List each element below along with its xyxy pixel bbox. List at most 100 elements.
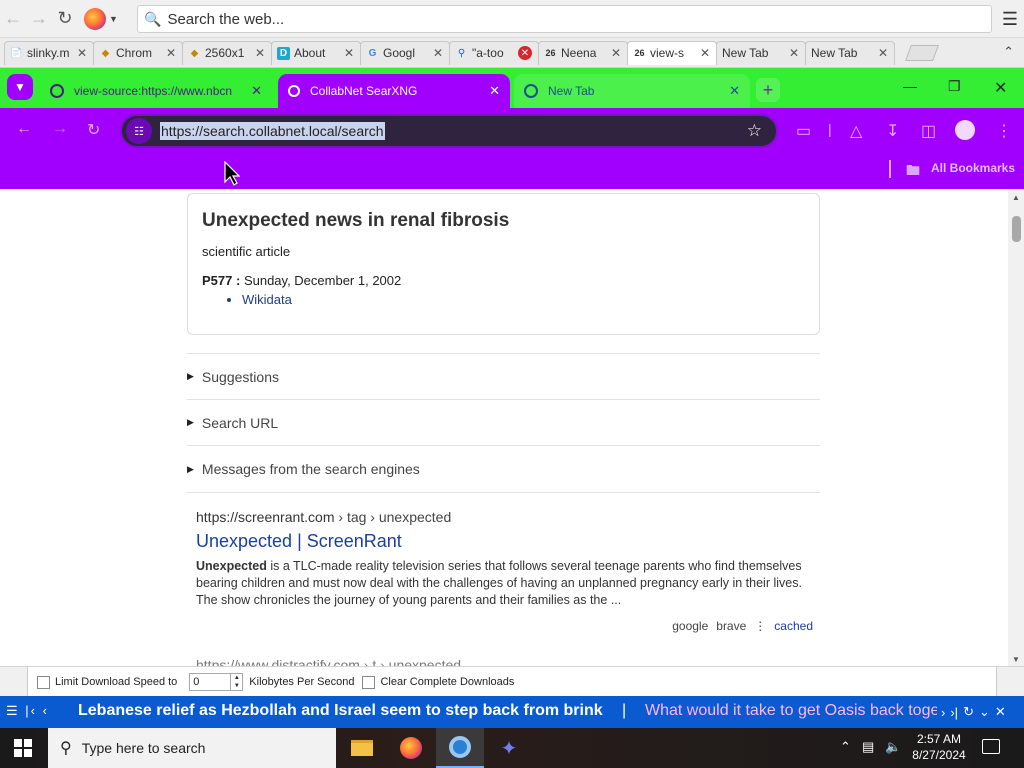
firefox-tab[interactable]: New Tab ✕ — [716, 40, 806, 65]
minimize-icon[interactable]: — — [903, 78, 917, 94]
close-icon[interactable]: ✕ — [700, 46, 710, 60]
scroll-down-icon[interactable]: ▼ — [1012, 655, 1020, 664]
ticker-headline[interactable]: Lebanese relief as Hezbollah and Israel … — [78, 702, 603, 720]
chromium-taskbar-icon[interactable] — [436, 728, 484, 768]
bird-app-icon[interactable]: ✦ — [485, 728, 533, 768]
firefox-tab[interactable]: ◆ Chrom ✕ — [93, 40, 183, 65]
close-icon[interactable]: ✕ — [611, 46, 621, 60]
chevron-up-icon[interactable]: ⌃ — [1003, 44, 1014, 60]
firefox-logo-icon[interactable] — [84, 7, 106, 30]
back-arrow-icon[interactable]: ← — [16, 120, 32, 138]
side-panel-icon[interactable]: ◫ — [921, 121, 936, 141]
profile-avatar-icon[interactable] — [955, 120, 975, 140]
ticker-left-controls[interactable]: ☰ |‹ ‹ — [6, 703, 49, 719]
url-text[interactable]: https://search.collabnet.local/search — [160, 122, 385, 140]
close-icon[interactable]: ✕ — [255, 46, 265, 60]
tab-collabnet-searxng[interactable]: CollabNet SearXNG ✕ — [278, 74, 510, 108]
result-url[interactable]: https://screenrant.com › tag › unexpecte… — [196, 509, 816, 525]
scroll-thumb[interactable] — [1012, 216, 1021, 242]
firefox-nav-bar: ← → ↻ ▼ 🔍 Search the web... ☰ — [0, 0, 1024, 38]
firefox-tab[interactable]: New Tab ✕ — [805, 40, 895, 65]
address-bar[interactable]: ☷ https://search.collabnet.local/search … — [120, 114, 778, 148]
more-vertical-icon[interactable]: ⋮ — [754, 619, 766, 633]
firefox-tab[interactable]: 📄 slinky.m ✕ — [4, 40, 94, 65]
infobox-subtitle: scientific article — [202, 244, 291, 259]
new-tab-button[interactable] — [905, 44, 939, 61]
all-bookmarks-button[interactable]: All Bookmarks — [931, 161, 1015, 175]
firefox-taskbar-icon[interactable] — [387, 728, 435, 768]
bookmark-star-icon[interactable]: ☆ — [747, 121, 762, 141]
last-icon[interactable]: ›| — [950, 705, 958, 720]
close-icon[interactable]: ✕ — [878, 46, 888, 60]
forward-arrow-icon[interactable]: → — [26, 6, 52, 32]
vertical-scrollbar[interactable]: ▲ ▼ — [1008, 189, 1024, 666]
firefox-tab-strip: 📄 slinky.m ✕ ◆ Chrom ✕ ◆ 2560x1 ✕ D About ✕ G Goo… — [0, 38, 1024, 68]
firefox-tab-active[interactable]: 26 view-s ✕ — [627, 40, 717, 65]
restore-icon[interactable]: ❐ — [948, 78, 961, 95]
flask-icon[interactable]: △ — [850, 121, 862, 141]
chromium-tab-bar: ▼ view-source:https://www.nbcn ✕ CollabN… — [0, 68, 1024, 108]
ticker-separator: | — [622, 702, 627, 719]
close-icon[interactable]: ✕ — [729, 83, 740, 99]
result-title[interactable]: Unexpected | ScreenRant — [196, 531, 816, 552]
firefox-tab[interactable]: G Googl ✕ — [360, 40, 450, 65]
firefox-tab[interactable]: 26 Neena ✕ — [538, 40, 628, 65]
refresh-icon[interactable]: ↻ — [963, 704, 974, 720]
kebab-menu-icon[interactable]: ⋮ — [996, 121, 1012, 141]
close-icon[interactable]: ✕ — [77, 46, 87, 60]
close-icon[interactable]: ✕ — [251, 83, 262, 99]
folder-icon[interactable]: 🖿 — [906, 160, 920, 184]
close-icon[interactable]: ✕ — [489, 83, 500, 99]
error-close-icon[interactable]: ✕ — [518, 46, 532, 60]
close-icon[interactable]: ✕ — [166, 46, 176, 60]
chevron-down-icon[interactable]: ▼ — [109, 14, 118, 24]
wikidata-link[interactable]: Wikidata — [242, 292, 805, 307]
bookmarks-divider — [889, 160, 891, 178]
messages-toggle[interactable]: ▶ Messages from the search engines — [187, 445, 820, 493]
reload-icon[interactable]: ↻ — [87, 120, 100, 140]
taskbar-search-input[interactable]: ⚲ Type here to search — [48, 728, 336, 768]
suggestions-toggle[interactable]: ▶ Suggestions — [187, 353, 820, 399]
firefox-tab[interactable]: D About ✕ — [271, 40, 361, 65]
cached-link[interactable]: cached — [774, 619, 813, 633]
chevron-down-icon[interactable]: ⌄ — [979, 704, 990, 720]
clear-downloads-checkbox[interactable] — [362, 675, 376, 689]
hamburger-menu-icon[interactable]: ☰ — [1002, 9, 1018, 30]
chevron-up-icon[interactable]: ⌃ — [840, 739, 851, 755]
next-icon[interactable]: › — [941, 705, 945, 720]
firefox-tab[interactable]: ⚲ "a-too ✕ — [449, 40, 539, 65]
close-icon[interactable]: ✕ — [344, 46, 354, 60]
result-url[interactable]: https://www.distractify.com › t › unexpe… — [196, 657, 461, 666]
26-icon: 26 — [634, 48, 645, 58]
site-settings-icon[interactable]: ☷ — [126, 118, 152, 144]
new-tab-plus-button[interactable]: + — [756, 78, 780, 102]
volume-muted-icon[interactable]: 🔈 — [885, 739, 901, 755]
page-content: Unexpected news in renal fibrosis scient… — [0, 189, 1024, 666]
firefox-search-input[interactable]: 🔍 Search the web... — [137, 5, 992, 33]
tab-new-tab[interactable]: New Tab ✕ — [514, 74, 750, 108]
limit-speed-checkbox[interactable] — [37, 675, 50, 689]
search-url-toggle[interactable]: ▶ Search URL — [187, 399, 820, 445]
d-logo-icon: D — [277, 46, 290, 60]
close-icon[interactable]: ✕ — [433, 46, 443, 60]
file-explorer-icon[interactable] — [338, 728, 386, 768]
extension-icon[interactable]: ▭ — [796, 121, 811, 141]
close-window-icon[interactable]: ✕ — [994, 78, 1007, 98]
windows-start-icon[interactable] — [14, 739, 32, 757]
network-icon[interactable]: ▤ — [862, 739, 874, 755]
tab-view-source[interactable]: view-source:https://www.nbcn ✕ — [40, 74, 272, 108]
firefox-tab[interactable]: ◆ 2560x1 ✕ — [182, 40, 272, 65]
scroll-up-icon[interactable]: ▲ — [1012, 193, 1020, 202]
close-icon[interactable]: ✕ — [789, 46, 799, 60]
clock[interactable]: 2:57 AM 8/27/2024 — [906, 731, 972, 763]
back-arrow-icon[interactable]: ← — [0, 6, 26, 32]
speed-stepper[interactable]: ▲ ▼ — [231, 673, 244, 691]
speed-input[interactable]: 0 — [189, 673, 232, 691]
ticker-headline[interactable]: What would it take to get Oasis back tog… — [645, 702, 937, 720]
tab-search-chevron-icon[interactable]: ▼ — [7, 74, 33, 100]
reload-icon[interactable]: ↻ — [52, 6, 78, 32]
close-icon[interactable]: ✕ — [995, 704, 1006, 720]
download-icon[interactable]: ↧ — [886, 121, 899, 141]
forward-arrow-icon[interactable]: → — [52, 120, 68, 138]
notification-icon[interactable] — [982, 739, 1000, 754]
